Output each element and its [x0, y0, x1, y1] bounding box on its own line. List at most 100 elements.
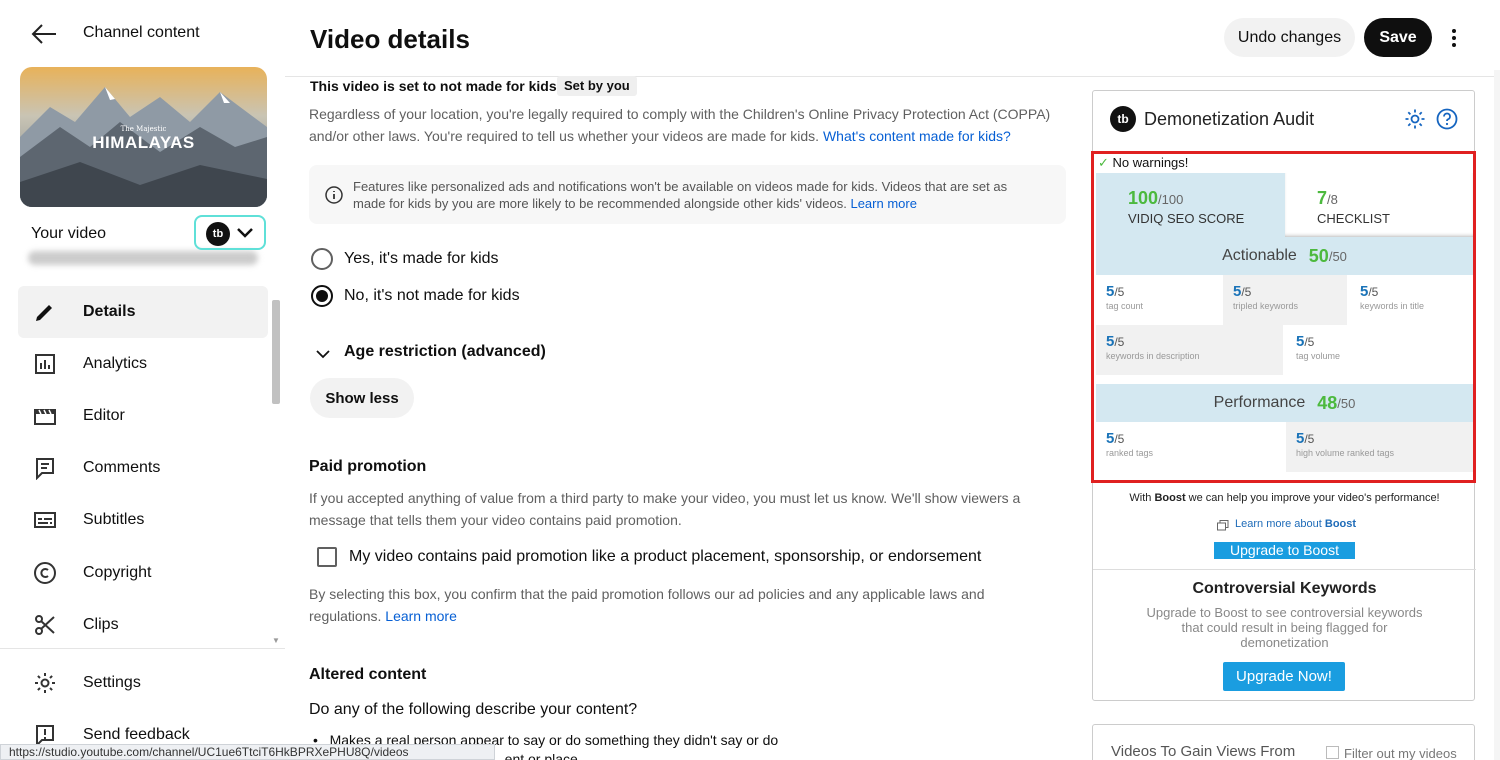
paid-promotion-title: Paid promotion	[309, 458, 427, 475]
audit-scores-box: ✓ No warnings! 100/100 VIDIQ SEO SCORE 7…	[1091, 151, 1476, 483]
checklist-tab[interactable]: 7/8 CHECKLIST	[1285, 173, 1473, 237]
save-button[interactable]: Save	[1364, 18, 1432, 57]
list-item: ...ent or place	[493, 751, 578, 760]
sidebar-item-subtitles[interactable]: Subtitles	[18, 494, 268, 546]
sidebar-item-editor[interactable]: Editor	[18, 390, 268, 442]
scroll-down-icon[interactable]: ▼	[272, 636, 280, 645]
seo-score-max: /100	[1158, 192, 1184, 207]
metric-label: ranked tags	[1106, 448, 1154, 458]
boost-word: Boost	[1154, 492, 1186, 504]
metric-tripled-keywords: 5/5 tripled keywords	[1223, 275, 1347, 325]
thumbnail-subtitle: The Majestic	[120, 125, 167, 133]
extension-dropdown[interactable]: tb	[194, 215, 266, 250]
gear-icon	[32, 670, 58, 696]
show-less-button[interactable]: Show less	[310, 378, 414, 418]
kids-content-link[interactable]: What's content made for kids?	[823, 128, 1011, 144]
pencil-icon	[32, 299, 58, 325]
thumbnail-title: HIMALAYAS	[92, 133, 195, 152]
metric-max: /5	[1114, 432, 1125, 446]
actionable-header: Actionable 50/50	[1096, 237, 1473, 275]
sidebar-item-label: Analytics	[83, 355, 148, 372]
actionable-label: Actionable	[1222, 247, 1297, 264]
comment-icon	[32, 455, 58, 481]
videos-to-gain-views-panel: Videos To Gain Views From Filter out my …	[1092, 724, 1475, 760]
metric-max: /5	[1368, 285, 1379, 299]
upgrade-now-button[interactable]: Upgrade Now!	[1223, 662, 1345, 691]
seo-score-tab[interactable]: 100/100 VIDIQ SEO SCORE	[1096, 173, 1285, 237]
boost-description: With Boost we can help you improve your …	[1093, 492, 1476, 504]
help-icon[interactable]	[1436, 108, 1458, 130]
radio-made-for-kids[interactable]	[311, 248, 333, 270]
metric-value: 5/5	[1106, 283, 1210, 300]
performance-max: /50	[1337, 395, 1356, 411]
kids-info-learn-more-link[interactable]: Learn more	[850, 196, 916, 211]
paid-promotion-checkbox-label[interactable]: My video contains paid promotion like a …	[349, 548, 981, 566]
paid-promotion-checkbox[interactable]	[317, 547, 337, 567]
no-warnings-label: No warnings!	[1112, 155, 1189, 170]
clapperboard-icon	[32, 403, 58, 429]
sidebar-item-analytics[interactable]: Analytics	[18, 338, 268, 390]
metric-value: 5/5	[1296, 430, 1463, 447]
panel-title: Demonetization Audit	[1144, 109, 1315, 129]
metric-ranked-tags: 5/5 ranked tags	[1096, 422, 1283, 472]
sidebar-item-label: Settings	[83, 674, 141, 691]
radio-made-for-kids-label[interactable]: Yes, it's made for kids	[344, 250, 499, 268]
sidebar-item-copyright[interactable]: Copyright	[18, 547, 268, 599]
paid-promotion-description: If you accepted anything of value from a…	[309, 490, 1021, 528]
actionable-score: 50	[1308, 245, 1329, 266]
metric-label: high volume ranked tags	[1296, 448, 1395, 458]
upgrade-to-boost-button[interactable]: Upgrade to Boost	[1214, 542, 1355, 559]
paid-learn-more-link[interactable]: Learn more	[385, 608, 457, 624]
page-scrollbar[interactable]	[1494, 70, 1500, 760]
video-title-blurred	[28, 251, 258, 265]
learn-more-boost-link[interactable]: Learn more about Boost	[1235, 518, 1356, 530]
sidebar-item-label: Clips	[83, 616, 119, 633]
metric-value: 5/5	[1106, 333, 1273, 350]
controversial-keywords-description: Upgrade to Boost to see controversial ke…	[1146, 605, 1423, 650]
sidebar-item-comments[interactable]: Comments	[18, 442, 268, 494]
altered-content-question: Do any of the following describe your co…	[309, 701, 638, 718]
kids-status-heading: This video is set to not made for kids	[310, 78, 557, 94]
metric-keywords-in-description: 5/5 keywords in description	[1096, 325, 1283, 375]
actionable-max: /50	[1328, 248, 1347, 264]
chevron-down-icon[interactable]	[316, 347, 330, 359]
chevron-down-icon	[236, 226, 254, 240]
sidebar: Channel content The Majestic HIMALAYAS Y…	[0, 0, 285, 760]
filter-out-my-videos-checkbox[interactable]	[1326, 746, 1339, 759]
channel-content-title[interactable]: Channel content	[83, 24, 200, 42]
metric-keywords-in-title: 5/5 keywords in title	[1350, 275, 1473, 325]
paid-promotion-note: By selecting this box, you confirm that …	[309, 583, 1054, 627]
metric-label: tripled keywords	[1233, 301, 1299, 311]
seo-score-number: 100	[1128, 188, 1159, 208]
sidebar-item-clips[interactable]: Clips	[18, 599, 268, 651]
sidebar-item-settings[interactable]: Settings	[18, 657, 268, 709]
sidebar-item-details[interactable]: Details	[18, 286, 268, 338]
radio-not-made-for-kids-label[interactable]: No, it's not made for kids	[344, 287, 520, 305]
metric-label: keywords in description	[1106, 351, 1200, 361]
radio-not-made-for-kids[interactable]	[311, 285, 333, 307]
kids-info-box: Features like personalized ads and notif…	[309, 165, 1066, 224]
metric-max: /5	[1114, 285, 1125, 299]
checklist-value: 7/8	[1317, 188, 1338, 209]
gear-icon[interactable]	[1404, 108, 1426, 130]
undo-changes-button[interactable]: Undo changes	[1224, 18, 1355, 57]
metric-max: /5	[1304, 432, 1315, 446]
video-thumbnail[interactable]: The Majestic HIMALAYAS	[20, 67, 267, 207]
arrow-left-icon[interactable]	[30, 22, 58, 46]
panel-divider	[1093, 569, 1476, 570]
metric-value: 5/5	[1296, 333, 1463, 350]
sidebar-scrollbar[interactable]	[272, 300, 280, 404]
header-divider	[285, 76, 1500, 77]
learn-boost-pre: Learn more about	[1235, 518, 1325, 530]
performance-label: Performance	[1213, 394, 1306, 411]
learn-boost-word: Boost	[1324, 518, 1357, 530]
age-restriction-toggle[interactable]: Age restriction (advanced)	[344, 343, 546, 361]
controversial-keywords-title: Controversial Keywords	[1192, 580, 1377, 597]
filter-out-my-videos-label[interactable]: Filter out my videos	[1344, 746, 1457, 760]
tubebuddy-logo-icon: tb	[1110, 106, 1136, 132]
check-icon: ✓	[1098, 155, 1109, 170]
performance-score: 48	[1317, 392, 1338, 413]
seo-score-label: VIDIQ SEO SCORE	[1128, 211, 1245, 226]
more-vert-icon[interactable]	[1444, 26, 1464, 50]
seo-score-value: 100/100	[1128, 188, 1183, 209]
